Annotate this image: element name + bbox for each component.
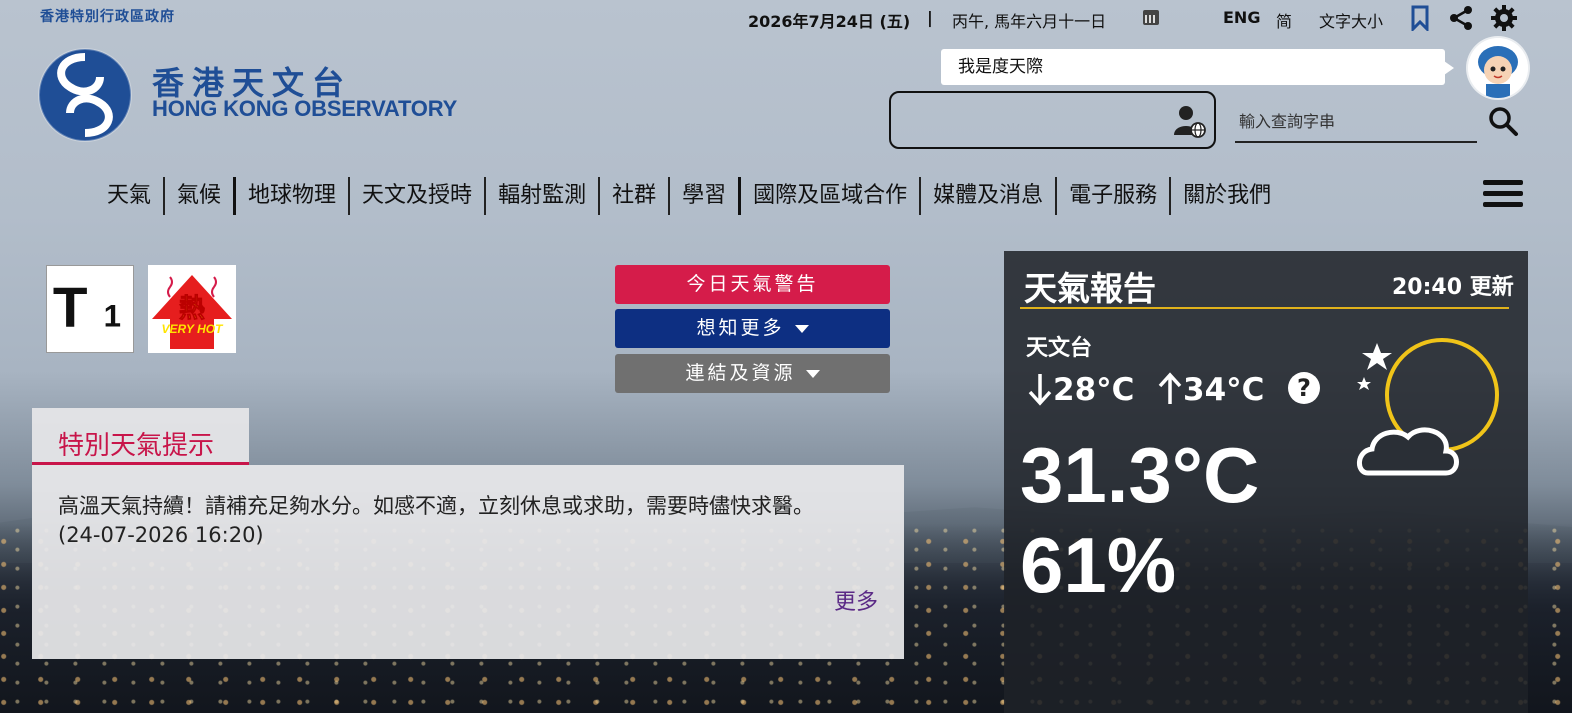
nav-item-community[interactable]: 社群 bbox=[598, 177, 668, 215]
max-temperature-value: 34°C bbox=[1183, 372, 1265, 408]
caret-down-icon bbox=[794, 324, 809, 333]
current-humidity: 61% bbox=[1020, 521, 1177, 609]
special-tip-tab-label[interactable]: 特別天氣提示 bbox=[58, 425, 214, 462]
main-nav: 天氣 氣候 地球物理 天文及授時 輻射監測 社群 學習 國際及區域合作 媒體及消… bbox=[100, 176, 1283, 216]
nav-item-about[interactable]: 關於我們 bbox=[1169, 177, 1283, 215]
gov-label[interactable]: 香港特別行政區政府 bbox=[40, 6, 175, 26]
typhoon-signal-code: T bbox=[53, 277, 88, 340]
special-tip-more-link[interactable]: 更多 bbox=[834, 584, 878, 616]
arrow-down-icon bbox=[1028, 374, 1052, 406]
current-date: 2026年7月24日 (五) bbox=[748, 12, 911, 31]
share-icon[interactable] bbox=[1448, 5, 1474, 31]
links-resources-label: 連結及資源 bbox=[685, 362, 796, 384]
caret-down-icon bbox=[805, 369, 820, 378]
todays-warnings-label: 今日天氣警告 bbox=[686, 273, 819, 295]
lunar-date: 丙午, 馬年六月十一日 bbox=[952, 12, 1107, 31]
weather-report-update-time: 20:40 更新 bbox=[1392, 275, 1514, 300]
font-size-link[interactable]: 文字大小 bbox=[1319, 8, 1383, 32]
chatbot-avatar[interactable] bbox=[1468, 38, 1528, 98]
nav-item-geophysics[interactable]: 地球物理 bbox=[233, 177, 348, 215]
todays-warnings-button[interactable]: 今日天氣警告 bbox=[615, 265, 890, 304]
hot-signal-zh: 熱 bbox=[179, 294, 205, 324]
menu-icon[interactable] bbox=[1483, 180, 1523, 212]
links-resources-button[interactable]: 連結及資源 bbox=[615, 354, 890, 393]
nav-item-radiation[interactable]: 輻射監測 bbox=[484, 177, 598, 215]
nav-item-astronomy[interactable]: 天文及授時 bbox=[348, 177, 484, 215]
logo-name-en[interactable]: HONG KONG OBSERVATORY bbox=[152, 96, 457, 122]
weather-report-divider bbox=[1020, 307, 1509, 309]
nav-item-climate[interactable]: 氣候 bbox=[163, 177, 233, 215]
current-temperature: 31.3°C bbox=[1020, 431, 1260, 519]
hko-logo-icon[interactable] bbox=[30, 47, 140, 143]
night-partly-cloudy-icon bbox=[1357, 338, 1499, 476]
learn-more-button[interactable]: 想知更多 bbox=[615, 309, 890, 348]
nav-item-eservices[interactable]: 電子服務 bbox=[1055, 177, 1169, 215]
gear-icon[interactable] bbox=[1490, 4, 1518, 32]
search-icon[interactable] bbox=[1487, 105, 1519, 137]
lang-simplified-link[interactable]: 简 bbox=[1276, 8, 1292, 32]
weather-report-title: 天氣報告 bbox=[1024, 269, 1156, 308]
user-globe-icon[interactable] bbox=[1172, 103, 1208, 139]
special-tip-message: 高溫天氣持續！請補充足夠水分。如感不適，立刻休息或求助，需要時儘快求醫。 bbox=[58, 494, 814, 518]
max-temperature: 34°C bbox=[1157, 372, 1264, 408]
typhoon-signal-t1-icon[interactable]: T 1 bbox=[46, 265, 134, 353]
arrow-up-icon bbox=[1158, 372, 1182, 404]
search-input[interactable] bbox=[1235, 101, 1477, 143]
min-temperature: 28°C bbox=[1027, 372, 1134, 408]
weather-station-name: 天文台 bbox=[1026, 336, 1093, 361]
lang-english-link[interactable]: ENG bbox=[1223, 8, 1260, 27]
nav-item-international[interactable]: 國際及區域合作 bbox=[738, 177, 919, 215]
typhoon-signal-number: 1 bbox=[104, 299, 121, 334]
learn-more-label: 想知更多 bbox=[696, 317, 785, 339]
chatbot-bubble[interactable]: 我是度天際 bbox=[941, 49, 1454, 85]
bookmark-icon[interactable] bbox=[1411, 5, 1429, 31]
special-tip-text: 高溫天氣持續！請補充足夠水分。如感不適，立刻休息或求助，需要時儘快求醫。 (24… bbox=[58, 492, 898, 550]
min-temperature-value: 28°C bbox=[1053, 372, 1135, 408]
hot-signal-en: VERY HOT bbox=[162, 322, 225, 336]
nav-item-learning[interactable]: 學習 bbox=[668, 177, 738, 215]
very-hot-warning-icon[interactable]: 熱 VERY HOT bbox=[148, 265, 236, 353]
chatbot-input-box[interactable] bbox=[889, 91, 1216, 149]
special-tip-timestamp: (24-07-2026 16:20) bbox=[58, 523, 264, 547]
nav-item-media[interactable]: 媒體及消息 bbox=[919, 177, 1055, 215]
calendar-icon[interactable] bbox=[1143, 10, 1159, 25]
date-separator: | bbox=[927, 8, 933, 27]
nav-item-weather[interactable]: 天氣 bbox=[100, 177, 163, 215]
help-icon[interactable]: ? bbox=[1288, 372, 1320, 404]
